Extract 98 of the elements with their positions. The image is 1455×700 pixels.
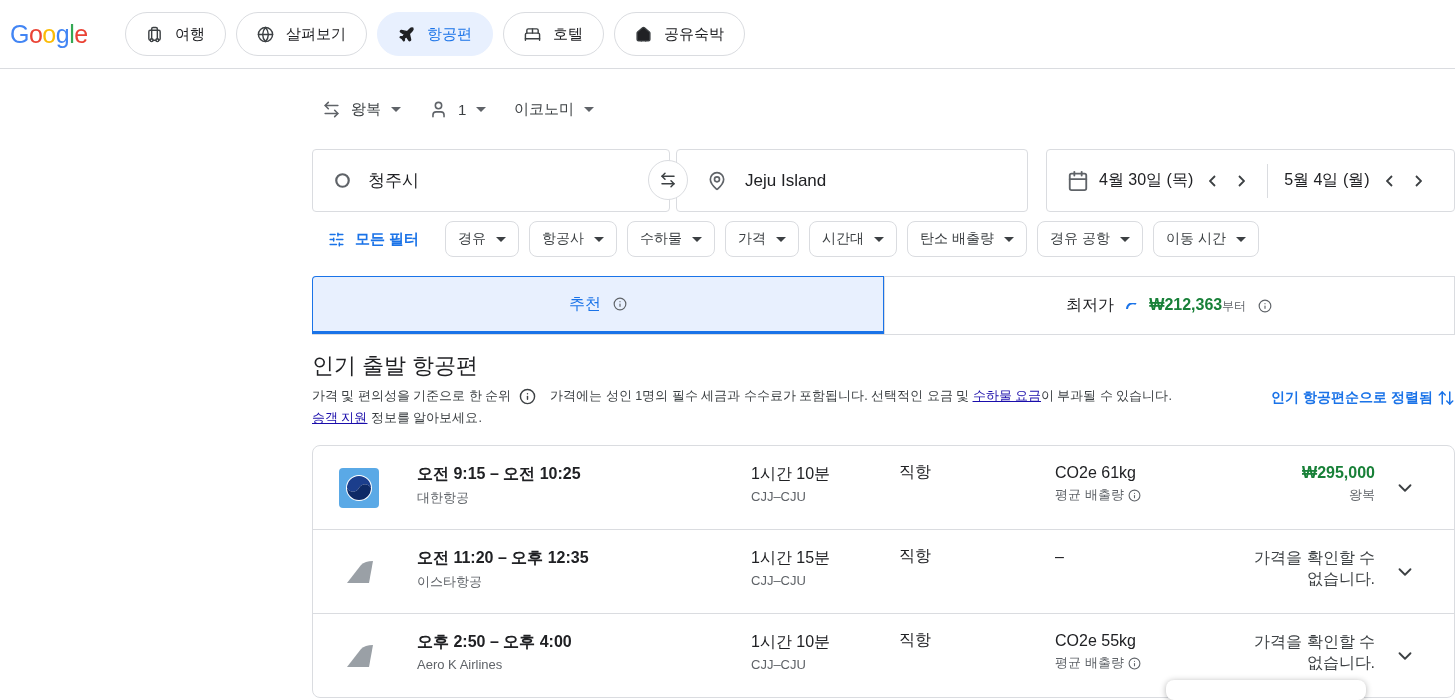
emissions-note: 평균 배출량 xyxy=(1055,654,1124,672)
option-dropdown[interactable]: 이코노미 xyxy=(514,99,595,119)
caret-icon xyxy=(692,236,703,242)
chevron-right-icon xyxy=(1238,174,1246,187)
caret-icon xyxy=(1235,236,1246,242)
price-note: 가격에는 성인 1명의 필수 세금과 수수료가 포함됩니다. 선택적인 요금 및 수하물 요금이 부과될 수 있습니다. xyxy=(550,388,1172,405)
airline-logo-icon xyxy=(339,467,379,508)
date-text: 4월 30일 (목) xyxy=(1099,170,1194,190)
luggage-icon xyxy=(146,25,163,43)
caret-icon xyxy=(1004,236,1015,242)
filter-chip[interactable]: 가격 xyxy=(725,221,800,257)
destination-field[interactable]: Jeju Island xyxy=(676,149,1028,212)
caret-icon xyxy=(1119,236,1130,242)
stops-text: 직항 xyxy=(899,546,931,566)
nav-tab[interactable]: 호텔 xyxy=(503,12,604,56)
price-unavailable: 가격을 확인할 수 없습니다. xyxy=(1253,548,1375,589)
origin-field[interactable]: 청주시 xyxy=(312,149,670,212)
trip-type: 왕복 xyxy=(1349,486,1375,504)
swap-arrows-icon xyxy=(659,171,677,189)
filter-chip[interactable]: 이동 시간 xyxy=(1152,221,1259,257)
filter-chip[interactable]: 경유 xyxy=(445,221,520,257)
caret-icon xyxy=(496,236,507,242)
chevron-right-icon xyxy=(1414,174,1422,187)
swap-arrows-icon xyxy=(322,99,341,119)
info-icon xyxy=(1127,488,1141,502)
emissions-text: CO2e 61kg xyxy=(1055,464,1136,482)
location-pin-icon xyxy=(707,170,727,191)
caret-icon xyxy=(584,106,595,112)
rank-note: 가격 및 편의성을 기준으로 한 순위 xyxy=(312,388,512,405)
calendar-icon xyxy=(1067,169,1089,192)
tail-fin-icon xyxy=(347,644,373,667)
info-icon xyxy=(612,297,627,311)
support-note: 승객 지원 정보를 알아보세요. xyxy=(312,410,483,427)
option-dropdown[interactable]: 왕복 xyxy=(322,99,401,119)
date-text: 5월 4일 (월) xyxy=(1284,170,1370,190)
section-title: 인기 출발 항공편 xyxy=(312,352,480,380)
origin-circle-icon xyxy=(335,173,350,188)
globe-icon xyxy=(257,25,274,43)
info-icon xyxy=(1258,298,1273,313)
info-icon xyxy=(519,387,537,405)
nav-tab[interactable]: 항공편 xyxy=(377,12,493,56)
info-icon xyxy=(1127,656,1141,670)
filter-chip[interactable]: 시간대 xyxy=(809,221,898,257)
nav-tab[interactable]: 살펴보기 xyxy=(236,12,367,56)
flight-duration: 1시간 10분 xyxy=(751,464,831,484)
sort-button[interactable]: 인기 항공편순으로 정렬됨 xyxy=(1271,385,1455,411)
swap-button[interactable] xyxy=(648,160,688,200)
flight-times: 오후 2:50 – 오후 4:00 xyxy=(417,632,572,652)
nav-tab[interactable]: 공유숙박 xyxy=(614,12,745,56)
chevron-left-icon xyxy=(1209,174,1217,187)
flight-duration: 1시간 15분 xyxy=(751,548,831,568)
caret-icon xyxy=(874,236,885,242)
airline-name: 대한항공 xyxy=(417,489,469,507)
plane-icon xyxy=(398,25,415,43)
sort-icon xyxy=(1437,389,1455,407)
flight-times: 오전 11:20 – 오후 12:35 xyxy=(417,548,589,568)
support-link[interactable]: 승객 지원 xyxy=(312,411,368,425)
person-icon xyxy=(429,99,448,119)
flight-price: ₩295,000 xyxy=(1302,464,1375,482)
route-codes: CJJ–CJU xyxy=(751,657,806,672)
filter-chip[interactable]: 경유 공항 xyxy=(1037,221,1143,257)
sort-tab[interactable]: 최저가 ₩212,363부터 xyxy=(883,276,1455,334)
caret-icon xyxy=(776,236,787,242)
price-suffix: 부터 xyxy=(1222,299,1247,313)
emissions-note: 평균 배출량 xyxy=(1055,486,1124,504)
filter-chip[interactable]: 탄소 배출량 xyxy=(907,221,1028,257)
tail-fin-icon xyxy=(347,560,373,583)
stops-text: 직항 xyxy=(899,630,931,650)
caret-icon xyxy=(391,106,401,112)
airline-name: 이스타항공 xyxy=(417,573,482,591)
caret-icon xyxy=(476,106,487,112)
home-icon xyxy=(635,25,652,43)
flight-row[interactable]: 오전 9:15 – 오전 10:25 대한항공 1시간 10분 CJJ–CJU 직항 CO2e 61kg 평균 배출량 ₩295,000 왕복 xyxy=(313,446,1454,529)
nav-tab[interactable]: 여행 xyxy=(125,12,226,56)
sort-tab[interactable]: 추천 xyxy=(312,276,884,334)
price-unavailable: 가격을 확인할 수 없습니다. xyxy=(1253,632,1375,673)
loading-spinner-icon xyxy=(1126,302,1138,309)
bed-icon xyxy=(524,25,541,43)
route-codes: CJJ–CJU xyxy=(751,573,806,588)
option-dropdown[interactable]: 1 xyxy=(429,99,487,119)
flight-row[interactable]: 오전 11:20 – 오후 12:35 이스타항공 1시간 15분 CJJ–CJU 직항 – 가격을 확인할 수 없습니다. xyxy=(313,529,1454,613)
baggage-fee-link[interactable]: 수하물 요금 xyxy=(972,389,1041,403)
caret-icon xyxy=(594,236,605,242)
date-field[interactable]: 4월 30일 (목) 5월 4일 (월) xyxy=(1046,149,1455,212)
emissions-text: CO2e 55kg xyxy=(1055,632,1136,650)
flight-duration: 1시간 10분 xyxy=(751,632,831,652)
filter-chip[interactable]: 수하물 xyxy=(627,221,716,257)
route-codes: CJJ–CJU xyxy=(751,489,806,504)
google-logo[interactable]: Google xyxy=(10,19,115,49)
chevron-left-icon xyxy=(1385,174,1393,187)
filter-sliders-icon xyxy=(328,230,345,248)
filter-chip[interactable]: 항공사 xyxy=(529,221,618,257)
lowest-price: ₩212,363 xyxy=(1149,296,1223,313)
flight-times: 오전 9:15 – 오전 10:25 xyxy=(417,464,581,484)
airline-name: Aero K Airlines xyxy=(417,657,503,672)
emissions-text: – xyxy=(1055,548,1064,566)
stops-text: 직항 xyxy=(899,462,931,482)
all-filters-button[interactable]: 모든 필터 xyxy=(312,229,436,249)
